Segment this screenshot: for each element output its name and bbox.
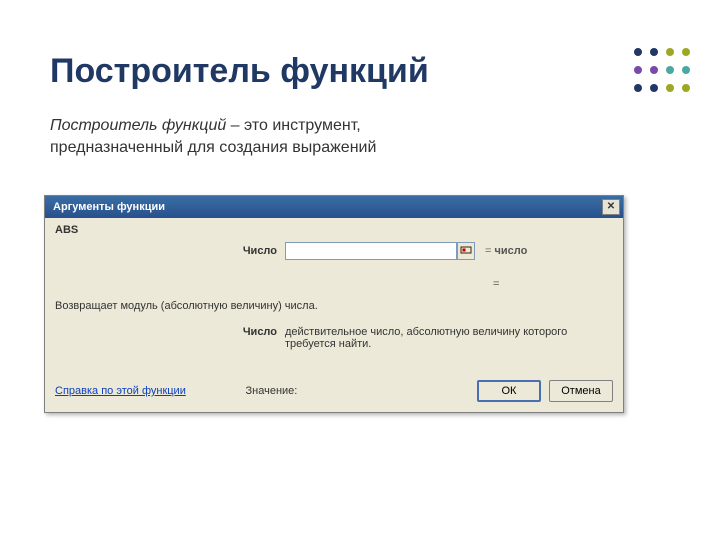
function-name: ABS [55, 224, 613, 236]
argument-help-row: Число действительное число, абсолютную в… [55, 326, 613, 350]
function-arguments-dialog: Аргументы функции ✕ ABS Число = [44, 195, 624, 413]
close-button[interactable]: ✕ [602, 199, 620, 215]
argument-label: Число [55, 245, 285, 257]
dialog-titlebar[interactable]: Аргументы функции ✕ [45, 196, 623, 218]
close-icon: ✕ [607, 202, 615, 212]
range-selector-icon [460, 244, 472, 259]
argument-row: Число = число [55, 242, 613, 260]
slide-heading: Построитель функций [50, 52, 429, 91]
ok-button[interactable]: ОК [477, 380, 541, 402]
dialog-title: Аргументы функции [53, 201, 165, 213]
help-link[interactable]: Справка по этой функции [55, 385, 186, 397]
argument-equals: = число [485, 245, 527, 257]
function-description: Возвращает модуль (абсолютную величину) … [55, 300, 613, 312]
result-label: Значение: [246, 385, 298, 397]
range-selector-button[interactable] [457, 242, 475, 260]
argument-help-label: Число [55, 326, 285, 350]
argument-help-text: действительное число, абсолютную величин… [285, 326, 613, 350]
result-equals: = [493, 278, 613, 290]
argument-input[interactable] [285, 242, 457, 260]
slide-description: Построитель функций – это инструмент, пр… [50, 115, 470, 158]
decorative-dots [634, 48, 690, 102]
slide-description-emph: Построитель функций [50, 117, 226, 134]
cancel-button[interactable]: Отмена [549, 380, 613, 402]
argument-preview-value: число [495, 245, 528, 257]
